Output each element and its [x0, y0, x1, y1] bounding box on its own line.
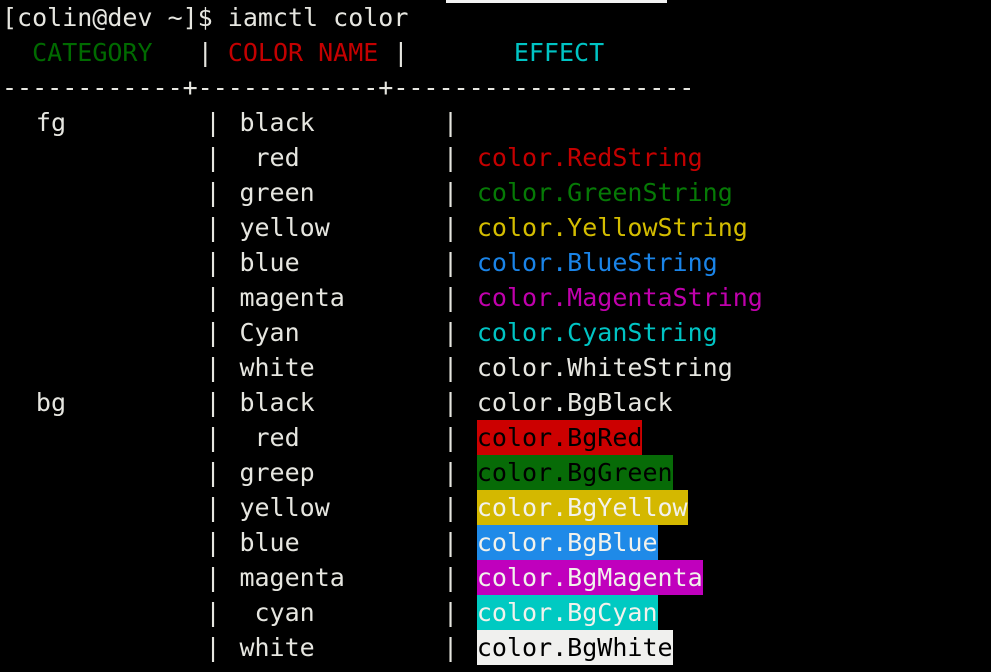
cell-color-name: greep [239, 455, 314, 490]
table-row: | yellow | color.YellowString [2, 210, 991, 245]
header-color-name: COLOR NAME [228, 38, 379, 67]
row-pipe-right: | [443, 280, 458, 315]
cell-effect: color.BgGreen [477, 455, 673, 490]
row-pipe-left: | [206, 525, 221, 560]
row-pipe-left: | [206, 455, 221, 490]
row-pipe-right: | [443, 455, 458, 490]
cell-color-name: yellow [239, 490, 329, 525]
command-text: iamctl color [228, 3, 409, 32]
row-pipe-left: | [206, 280, 221, 315]
row-pipe-right: | [443, 245, 458, 280]
cell-effect: color.BgCyan [477, 595, 658, 630]
header-gap-2 [213, 38, 228, 67]
row-pipe-right: | [443, 385, 458, 420]
header-gap-1 [153, 38, 198, 67]
row-pipe-right: | [443, 490, 458, 525]
cell-effect: color.BgMagenta [477, 560, 703, 595]
cell-color-name: cyan [239, 595, 314, 630]
row-pipe-right: | [443, 175, 458, 210]
prompt-line: [colin@dev ~]$ iamctl color [2, 0, 408, 35]
table-row: | blue | color.BgBlue [2, 525, 991, 560]
table-row: bg | black | color.BgBlack [2, 385, 991, 420]
row-pipe-right: | [443, 210, 458, 245]
terminal-window[interactable]: [colin@dev ~]$ iamctl color CATEGORY | C… [0, 0, 991, 672]
row-pipe-right: | [443, 525, 458, 560]
table-header-row: CATEGORY | COLOR NAME | EFFECT [2, 35, 604, 70]
row-pipe-right: | [443, 315, 458, 350]
row-pipe-right: | [443, 420, 458, 455]
cell-color-name: magenta [239, 280, 344, 315]
table-row: | green | color.GreenString [2, 175, 991, 210]
cell-color-name: Cyan [239, 315, 299, 350]
shell-prompt: [colin@dev ~]$ [2, 3, 213, 32]
row-pipe-left: | [206, 560, 221, 595]
row-pipe-left: | [206, 350, 221, 385]
cell-color-name: black [239, 105, 314, 140]
table-row: | greep | color.BgGreen [2, 455, 991, 490]
cell-effect: color.BgRed [477, 420, 643, 455]
table-separator: ------------+------------+--------------… [2, 70, 694, 105]
cell-effect: color.BgBlack [477, 385, 673, 420]
table-row: | Cyan | color.CyanString [2, 315, 991, 350]
cell-effect: color.WhiteString [477, 350, 733, 385]
cell-color-name: green [239, 175, 314, 210]
cell-color-name: white [239, 350, 314, 385]
cell-category: bg [36, 385, 66, 420]
header-gap-4 [408, 38, 513, 67]
table-row: fg | black | [2, 105, 991, 140]
cell-color-name: yellow [239, 210, 329, 245]
table-row: | red | color.RedString [2, 140, 991, 175]
cell-color-name: red [239, 420, 299, 455]
table-row: | magenta | color.BgMagenta [2, 560, 991, 595]
cell-color-name: blue [239, 525, 299, 560]
table-row: | yellow | color.BgYellow [2, 490, 991, 525]
cell-effect: color.BgWhite [477, 630, 673, 665]
row-pipe-right: | [443, 595, 458, 630]
row-pipe-left: | [206, 105, 221, 140]
row-pipe-left: | [206, 385, 221, 420]
header-gap-3 [378, 38, 393, 67]
cell-color-name: red [239, 140, 299, 175]
cell-effect: color.YellowString [477, 210, 748, 245]
header-spacer-1 [2, 38, 32, 67]
row-pipe-left: | [206, 595, 221, 630]
table-row: | white | color.WhiteString [2, 350, 991, 385]
header-pipe-1: | [198, 38, 213, 67]
window-top-edge [446, 0, 667, 3]
row-pipe-right: | [443, 105, 458, 140]
row-pipe-right: | [443, 560, 458, 595]
row-pipe-right: | [443, 350, 458, 385]
row-pipe-left: | [206, 140, 221, 175]
row-pipe-right: | [443, 630, 458, 665]
header-pipe-2: | [393, 38, 408, 67]
table-row: | cyan | color.BgCyan [2, 595, 991, 630]
table-row: | red | color.BgRed [2, 420, 991, 455]
cell-effect: color.MagentaString [477, 280, 763, 315]
table-row: | magenta | color.MagentaString [2, 280, 991, 315]
prompt-space [213, 3, 228, 32]
cell-category: fg [36, 105, 66, 140]
cell-effect: color.CyanString [477, 315, 718, 350]
row-pipe-left: | [206, 490, 221, 525]
cell-effect: color.BgYellow [477, 490, 688, 525]
cell-effect: color.GreenString [477, 175, 733, 210]
cell-effect: color.BgBlue [477, 525, 658, 560]
cell-color-name: white [239, 630, 314, 665]
row-pipe-left: | [206, 175, 221, 210]
table-row: | white | color.BgWhite [2, 630, 991, 665]
row-pipe-right: | [443, 140, 458, 175]
row-pipe-left: | [206, 210, 221, 245]
row-pipe-left: | [206, 245, 221, 280]
row-pipe-left: | [206, 630, 221, 665]
cell-color-name: blue [239, 245, 299, 280]
cell-color-name: magenta [239, 560, 344, 595]
header-effect: EFFECT [514, 38, 604, 67]
cell-effect: color.RedString [477, 140, 703, 175]
cell-effect: color.BlueString [477, 245, 718, 280]
cell-color-name: black [239, 385, 314, 420]
table-row: | blue | color.BlueString [2, 245, 991, 280]
row-pipe-left: | [206, 315, 221, 350]
header-category: CATEGORY [32, 38, 152, 67]
row-pipe-left: | [206, 420, 221, 455]
